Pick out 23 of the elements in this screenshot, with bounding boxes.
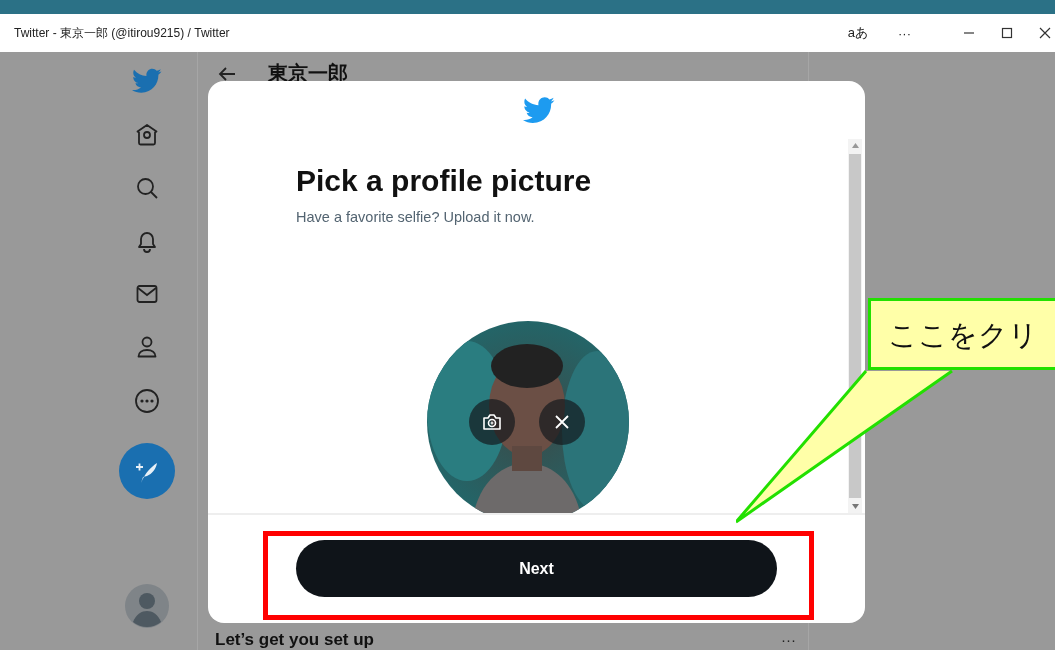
maximize-icon[interactable] [1001, 27, 1013, 39]
read-aloud-button[interactable]: aあ [847, 24, 868, 42]
callout-bubble: ここをクリ [868, 298, 1055, 370]
avatar-icon[interactable] [124, 584, 169, 628]
envelope-icon[interactable] [134, 282, 159, 306]
scroll-up-icon[interactable] [851, 143, 859, 148]
home-icon[interactable] [134, 123, 159, 147]
window-title: Twitter - 東京一郎 (@itirou9215) / Twitter [14, 24, 231, 42]
scroll-down-icon[interactable] [851, 504, 859, 509]
compose-button[interactable] [118, 443, 175, 499]
dialog-subtitle: Have a favorite selfie? Upload it now. [296, 209, 536, 225]
close-icon [554, 414, 570, 430]
close-icon[interactable] [1039, 27, 1051, 39]
back-arrow-icon[interactable] [218, 65, 236, 82]
dialog-title: Pick a profile picture [296, 163, 593, 199]
camera-icon [482, 413, 502, 431]
next-button[interactable]: Next [296, 540, 777, 597]
bird-logo-icon [522, 96, 555, 124]
search-icon[interactable] [134, 176, 159, 200]
more-button[interactable]: ··· [898, 25, 911, 41]
more-circle-icon[interactable] [133, 388, 160, 414]
section-title: Let’s get you set up [215, 630, 374, 650]
more-button[interactable]: ··· [781, 630, 796, 650]
